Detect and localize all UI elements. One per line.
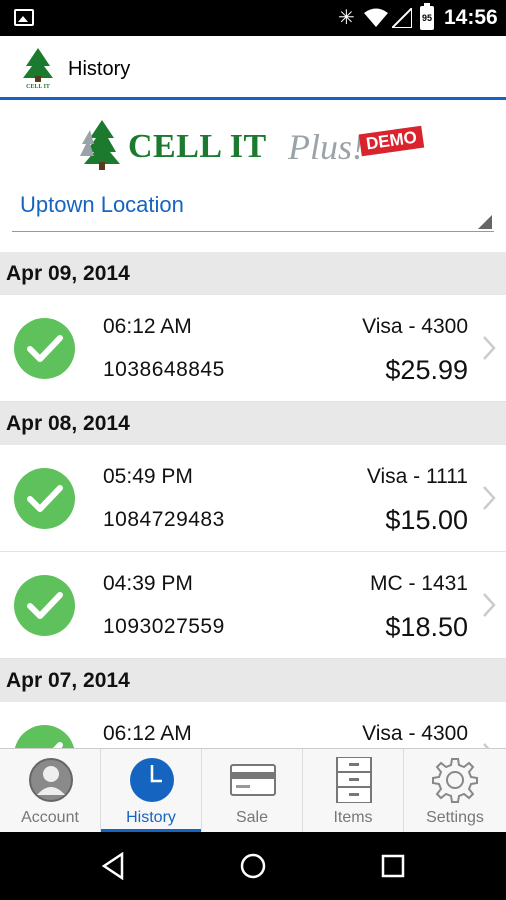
credit-card-icon — [230, 764, 276, 796]
nav-items[interactable]: Items — [303, 749, 404, 833]
app-logo-icon[interactable]: CELL IT — [20, 46, 56, 90]
brand-plus: Plus! — [288, 127, 364, 167]
brand-name: CELL IT — [128, 128, 267, 165]
status-bar: ✳ 95 14:56 — [0, 0, 506, 36]
transaction-id: 1038648845 — [103, 358, 225, 381]
transaction-id: 1093027559 — [103, 615, 225, 638]
nav-settings-label: Settings — [426, 809, 484, 826]
transaction-time: 06:12 AM — [103, 722, 192, 745]
account-icon — [29, 758, 73, 802]
app-bar: CELL IT History — [0, 36, 506, 100]
check-circle-icon — [14, 575, 75, 636]
date-header: Apr 08, 2014 — [0, 402, 506, 445]
nav-account-label: Account — [21, 809, 79, 826]
transaction-id: 1084729483 — [103, 508, 225, 531]
nav-account[interactable]: Account — [0, 749, 101, 833]
nav-items-label: Items — [333, 809, 373, 826]
nav-history[interactable]: History — [101, 749, 202, 833]
date-header: Apr 07, 2014 — [0, 659, 506, 702]
signal-icon — [392, 8, 412, 28]
transaction-amount: $18.50 — [385, 612, 468, 642]
history-list[interactable]: Apr 09, 2014 06:12 AM 1038648845 Visa - 430… — [0, 252, 506, 748]
cabinet-icon — [336, 757, 372, 803]
transaction-time: 05:49 PM — [103, 465, 193, 488]
transaction-row[interactable]: 05:49 PM 1084729483 Visa - 1111 $15.00 — [0, 445, 506, 552]
bottom-nav: Account History Sale Items Settings — [0, 748, 506, 833]
status-clock: 14:56 — [444, 6, 498, 29]
refund-icon — [14, 725, 75, 748]
transaction-row[interactable]: 04:39 PM 1093027559 MC - 1431 $18.50 — [0, 552, 506, 659]
location-label: Uptown Location — [20, 192, 184, 217]
location-select[interactable]: Uptown Location — [12, 184, 494, 232]
chevron-right-icon — [483, 486, 496, 510]
nav-history-label: History — [126, 809, 176, 826]
check-circle-icon — [14, 468, 75, 529]
recents-icon[interactable] — [380, 852, 406, 880]
wifi-icon — [364, 8, 388, 27]
card-info: Visa - 4300 — [362, 315, 468, 338]
nav-settings[interactable]: Settings — [404, 749, 506, 833]
clock-icon — [130, 758, 174, 802]
chevron-right-icon — [483, 336, 496, 360]
card-info: Visa - 1111 — [366, 465, 468, 488]
bluetooth-icon: ✳ — [338, 7, 355, 29]
transaction-time: 04:39 PM — [103, 572, 193, 595]
date-header: Apr 09, 2014 — [0, 252, 506, 295]
tree-icon — [80, 120, 120, 170]
transaction-time: 06:12 AM — [103, 315, 192, 338]
card-info: MC - 1431 — [369, 572, 468, 595]
nav-sale-label: Sale — [235, 809, 269, 826]
gear-icon — [432, 758, 478, 803]
svg-text:CELL IT: CELL IT — [26, 84, 50, 90]
transaction-row[interactable]: 06:12 AM Visa - 4300 — [0, 702, 506, 748]
transaction-amount: $15.00 — [385, 505, 468, 535]
check-circle-icon — [14, 318, 75, 379]
transaction-amount: $25.99 — [385, 355, 468, 385]
page-title: History — [68, 58, 131, 80]
home-icon[interactable] — [239, 852, 267, 880]
system-nav-bar — [0, 832, 506, 900]
chevron-right-icon — [483, 593, 496, 617]
image-icon — [14, 9, 34, 26]
nav-sale[interactable]: Sale — [202, 749, 303, 833]
dropdown-caret-icon — [478, 215, 492, 229]
demo-badge: DEMO — [358, 125, 425, 157]
battery-icon: 95 — [420, 3, 434, 30]
card-info: Visa - 4300 — [362, 722, 468, 745]
back-icon[interactable] — [100, 852, 126, 880]
transaction-row[interactable]: 06:12 AM 1038648845 Visa - 4300 $25.99 — [0, 295, 506, 402]
brand-logo: CELL IT Plus! DEMO — [80, 116, 430, 172]
